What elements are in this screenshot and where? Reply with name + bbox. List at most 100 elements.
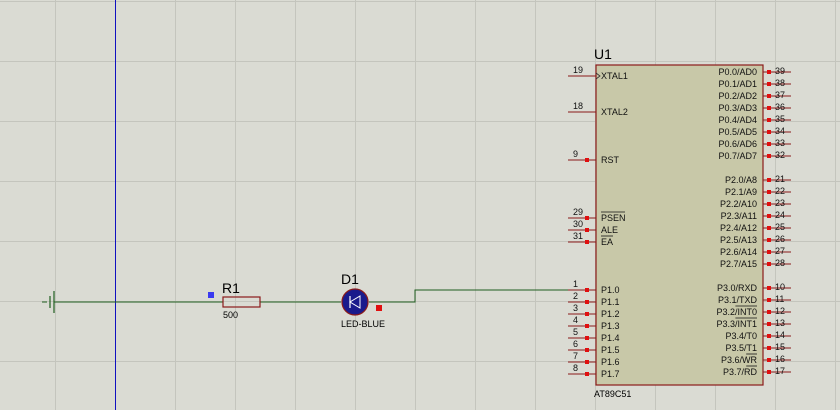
pin-marker — [585, 240, 589, 244]
chip-pin-p0-6-ad6[interactable]: 33 P0.6/AD6 — [718, 138, 791, 149]
pin-marker — [767, 250, 771, 254]
wire-d1-to-p1-0 — [369, 289, 585, 303]
chip-pin-p2-6-a14[interactable]: 27 P2.6/A14 — [720, 246, 791, 257]
pin-name: P2.7/A15 — [720, 259, 757, 269]
pin-number: 4 — [573, 315, 578, 325]
pin-number: 15 — [775, 342, 785, 352]
pin-number: 18 — [573, 101, 583, 111]
pin-marker — [767, 154, 771, 158]
pin-number: 28 — [775, 258, 785, 268]
pin-number: 36 — [775, 102, 785, 112]
pin-name: P0.3/AD3 — [718, 103, 757, 113]
resistor-r1[interactable]: R1 500 — [208, 280, 261, 320]
chip-pin-p3-2-int0[interactable]: 12 P3.2/INT0 — [716, 305, 791, 317]
pin-name: XTAL1 — [601, 71, 628, 81]
chip-pin-p2-3-a11[interactable]: 24 P2.3/A11 — [721, 210, 791, 221]
pin-marker — [767, 178, 771, 182]
pin-name: P0.4/AD4 — [718, 115, 757, 125]
pin-name: P2.6/A14 — [720, 247, 757, 257]
pin-marker — [585, 300, 589, 304]
chip-pin-p2-4-a12[interactable]: 25 P2.4/A12 — [720, 222, 791, 233]
pin-marker — [585, 360, 589, 364]
pin-number: 32 — [775, 150, 785, 160]
pin-name: P2.4/A12 — [720, 223, 757, 233]
chip-pin-p3-6-wr[interactable]: 16 P3.6/WR — [721, 353, 791, 365]
pin-number: 19 — [573, 65, 583, 75]
pin-name: P2.3/A11 — [721, 211, 757, 221]
chip-pin-p0-3-ad3[interactable]: 36 P0.3/AD3 — [718, 102, 791, 113]
r1-reference: R1 — [222, 280, 240, 296]
chip-pin-p2-5-a13[interactable]: 26 P2.5/A13 — [720, 234, 791, 245]
pin-marker — [585, 216, 589, 220]
pin-marker — [767, 262, 771, 266]
pin-name: P3.5/T1 — [725, 343, 757, 353]
pin-number: 1 — [573, 279, 578, 289]
pin-name: P0.7/AD7 — [718, 151, 757, 161]
pin-marker — [767, 190, 771, 194]
d1-reference: D1 — [341, 271, 359, 287]
chip-pin-p0-5-ad5[interactable]: 34 P0.5/AD5 — [718, 126, 791, 137]
pin-marker — [767, 82, 771, 86]
pin-marker — [767, 202, 771, 206]
pin-name: P1.4 — [601, 333, 620, 343]
pin-name: P1.0 — [601, 285, 620, 295]
pin-name: P1.2 — [601, 309, 620, 319]
pin-name: P3.1/TXD — [718, 295, 758, 305]
pin-number: 29 — [573, 207, 583, 217]
pin-number: 12 — [775, 306, 785, 316]
pin-number: 39 — [775, 66, 785, 76]
pin-number: 31 — [573, 231, 583, 241]
chip-reference: U1 — [594, 46, 612, 62]
pin-marker — [767, 130, 771, 134]
chip-pin-p3-3-int1[interactable]: 13 P3.3/INT1 — [716, 317, 791, 329]
wires — [54, 289, 585, 303]
pin-name: P3.3/INT1 — [716, 319, 757, 329]
led-d1[interactable]: D1 LED-BLUE — [341, 271, 385, 329]
chip-pin-p0-2-ad2[interactable]: 37 P0.2/AD2 — [718, 90, 791, 101]
pin-marker — [585, 348, 589, 352]
pin-number: 10 — [775, 282, 785, 292]
pin-marker — [767, 142, 771, 146]
pin-marker — [767, 238, 771, 242]
pin-marker — [585, 372, 589, 376]
chip-pin-p2-7-a15[interactable]: 28 P2.7/A15 — [720, 258, 791, 269]
pin-number: 37 — [775, 90, 785, 100]
chip-pin-p0-7-ad7[interactable]: 32 P0.7/AD7 — [718, 150, 791, 161]
pin-marker — [585, 312, 589, 316]
pin-number: 35 — [775, 114, 785, 124]
pin-marker — [767, 94, 771, 98]
d1-pin-marker — [376, 305, 382, 311]
chip-pin-p3-1-txd[interactable]: 11 P3.1/TXD — [718, 294, 791, 305]
pin-name: PSEN — [601, 213, 626, 223]
pin-name: P3.7/RD — [723, 367, 758, 377]
pin-number: 34 — [775, 126, 785, 136]
pin-marker — [767, 118, 771, 122]
pin-marker — [767, 358, 771, 362]
pin-name: P2.0/A8 — [725, 175, 757, 185]
chip-pin-p0-1-ad1[interactable]: 38 P0.1/AD1 — [718, 78, 791, 89]
pin-name: ALE — [601, 225, 618, 235]
pin-name: P2.2/A10 — [720, 199, 757, 209]
pin-name: P0.0/AD0 — [718, 67, 757, 77]
chip-pin-p3-7-rd[interactable]: 17 P3.7/RD — [723, 365, 791, 377]
pin-name: P1.3 — [601, 321, 620, 331]
pin-number: 26 — [775, 234, 785, 244]
chip-pin-p3-0-rxd[interactable]: 10 P3.0/RXD — [717, 282, 791, 293]
pin-name: P3.4/T0 — [725, 331, 757, 341]
chip-pin-p2-2-a10[interactable]: 23 P2.2/A10 — [720, 198, 791, 209]
pin-number: 25 — [775, 222, 785, 232]
d1-value: LED-BLUE — [341, 319, 385, 329]
chip-part-name: AT89C51 — [594, 389, 631, 399]
pin-number: 9 — [573, 149, 578, 159]
chip-u1[interactable]: U1 AT89C51 19XTAL118XTAL29RST29PSEN30ALE… — [568, 46, 791, 399]
chip-pin-p0-4-ad4[interactable]: 35 P0.4/AD4 — [718, 114, 791, 125]
pin-number: 6 — [573, 339, 578, 349]
pin-number: 3 — [573, 303, 578, 313]
chip-pin-p0-0-ad0[interactable]: 39 P0.0/AD0 — [718, 66, 791, 77]
pin-number: 14 — [775, 330, 785, 340]
pin-name: XTAL2 — [601, 107, 628, 117]
schematic-canvas[interactable]: R1 500 D1 LED-BLUE U1 AT89C51 19XTAL118X… — [0, 0, 840, 410]
pin-number: 11 — [775, 294, 784, 304]
pin-marker — [767, 310, 771, 314]
pin-number: 30 — [573, 219, 583, 229]
